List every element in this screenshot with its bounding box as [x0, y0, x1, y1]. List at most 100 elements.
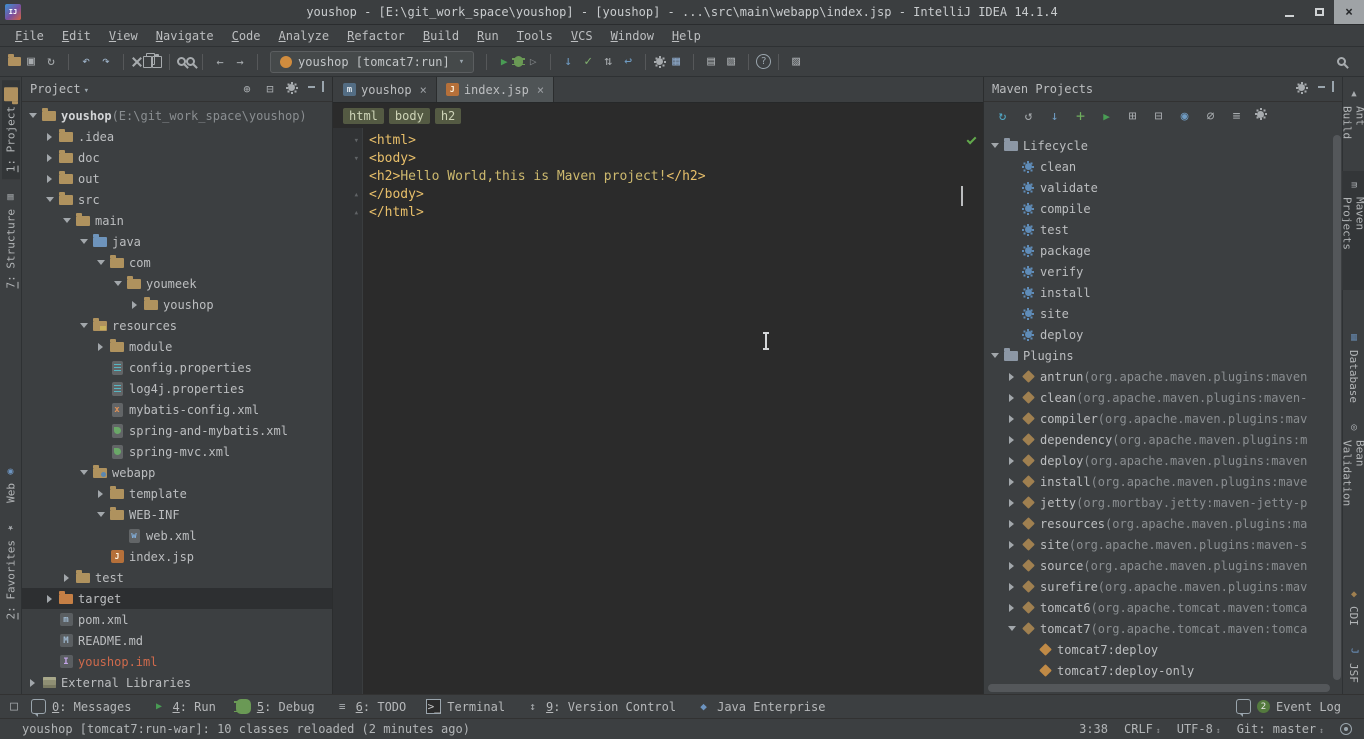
minimize-button[interactable] — [1274, 0, 1304, 24]
tree-item-clean[interactable]: clean — [984, 156, 1342, 177]
commit-changes-icon[interactable]: ✓ — [578, 52, 598, 72]
tree-item-test[interactable]: test — [984, 219, 1342, 240]
tree-item-template[interactable]: template — [22, 483, 332, 504]
tree-item-webapp[interactable]: webapp — [22, 462, 332, 483]
tree-item-out[interactable]: out — [22, 168, 332, 189]
tree-item-external-libraries[interactable]: External Libraries — [22, 672, 332, 693]
collapse-arrow-icon[interactable] — [77, 318, 90, 334]
menu-edit[interactable]: Edit — [53, 27, 100, 45]
menu-refactor[interactable]: Refactor — [338, 27, 414, 45]
line-ending-widget[interactable]: CRLF — [1124, 722, 1161, 736]
editor-tab-youshop[interactable]: myoushop× — [334, 77, 437, 102]
plugins-icon[interactable]: ▨ — [786, 52, 806, 72]
tool-window-button-ant-build[interactable]: ▲Ant Build — [1339, 80, 1364, 167]
tree-item-tomcat6[interactable]: tomcat6 (org.apache.tomcat.maven:tomca — [984, 597, 1342, 618]
collapse-arrow-icon[interactable] — [988, 138, 1001, 154]
expand-arrow-icon[interactable] — [43, 171, 56, 187]
find-icon[interactable] — [177, 57, 186, 66]
expand-all-icon[interactable]: ⊞ — [1124, 108, 1141, 125]
project-view-selector[interactable]: Project▾ — [30, 82, 89, 96]
menu-build[interactable]: Build — [414, 27, 468, 45]
expand-arrow-icon[interactable] — [1005, 537, 1018, 553]
menu-navigate[interactable]: Navigate — [147, 27, 223, 45]
compare-icon[interactable]: ⇅ — [598, 52, 618, 72]
tree-item-tomcat7-deploy[interactable]: tomcat7:deploy — [984, 639, 1342, 660]
tree-item-spring-mvc-xml[interactable]: spring-mvc.xml — [22, 441, 332, 462]
tree-item-plugins[interactable]: Plugins — [984, 345, 1342, 366]
tree-item-package[interactable]: package — [984, 240, 1342, 261]
tree-item-module[interactable]: module — [22, 336, 332, 357]
menu-window[interactable]: Window — [602, 27, 663, 45]
quick-access-icon[interactable]: □ — [6, 699, 22, 715]
code-line[interactable]: <h2>Hello World,this is Maven project!</… — [369, 168, 706, 186]
download-sources-icon[interactable]: ↓ — [1046, 108, 1063, 125]
collapse-arrow-icon[interactable] — [77, 465, 90, 481]
expand-arrow-icon[interactable] — [1005, 411, 1018, 427]
vertical-scrollbar[interactable] — [1333, 135, 1341, 680]
expand-arrow-icon[interactable] — [1005, 369, 1018, 385]
copy-icon[interactable] — [143, 56, 152, 68]
tool-window-button-database[interactable]: ▥Database — [1345, 324, 1363, 410]
tree-item-java[interactable]: java — [22, 231, 332, 252]
tree-item-youshop[interactable]: youshop (E:\git_work_space\youshop) — [22, 105, 332, 126]
editor-gutter[interactable]: ▾▾▴▴ — [333, 128, 363, 694]
debug-icon[interactable] — [514, 56, 523, 67]
tool-window-button-5-debug[interactable]: 5: Debug — [227, 697, 324, 716]
tool-window-button-maven-projects[interactable]: mMaven Projects — [1339, 171, 1364, 289]
cut-icon[interactable] — [131, 56, 143, 68]
synchronize-icon[interactable]: ↻ — [41, 52, 61, 72]
hide-panel-icon[interactable] — [308, 81, 324, 97]
tree-item-pom-xml[interactable]: mpom.xml — [22, 609, 332, 630]
tree-item-readme-md[interactable]: MREADME.md — [22, 630, 332, 651]
run-maven-goal-icon[interactable]: ▶ — [1098, 108, 1115, 125]
tree-item-compile[interactable]: compile — [984, 198, 1342, 219]
run-configuration-selector[interactable]: youshop [tomcat7:run]▾ — [270, 51, 474, 73]
tree-item-idea[interactable]: .idea — [22, 126, 332, 147]
paste-icon[interactable] — [152, 56, 162, 68]
tool-window-button-cdi[interactable]: ◆CDI — [1345, 580, 1363, 633]
tool-window-button-jsf[interactable]: JJSF — [1345, 637, 1363, 690]
code-line[interactable]: </html> — [369, 204, 706, 222]
module-icon[interactable]: ▧ — [721, 52, 741, 72]
tree-item-install[interactable]: install (org.apache.maven.plugins:mave — [984, 471, 1342, 492]
add-maven-project-icon[interactable]: + — [1072, 108, 1089, 125]
redo-icon[interactable]: ↷ — [96, 52, 116, 72]
close-tab-icon[interactable]: × — [420, 83, 427, 97]
hector-icon[interactable] — [1340, 723, 1352, 735]
expand-arrow-icon[interactable] — [1005, 579, 1018, 595]
expand-arrow-icon[interactable] — [94, 339, 107, 355]
generate-sources-icon[interactable]: ↺ — [1020, 108, 1037, 125]
editor-tab-index-jsp[interactable]: Jindex.jsp× — [437, 77, 554, 102]
tree-item-lifecycle[interactable]: Lifecycle — [984, 135, 1342, 156]
tree-item-site[interactable]: site (org.apache.maven.plugins:maven-s — [984, 534, 1342, 555]
code-text[interactable]: <html><body><h2>Hello World,this is Mave… — [363, 128, 706, 694]
collapse-arrow-icon[interactable] — [77, 234, 90, 250]
tree-item-tomcat7-deploy-only[interactable]: tomcat7:deploy-only — [984, 660, 1342, 681]
maximize-button[interactable] — [1304, 0, 1334, 24]
close-button[interactable]: × — [1334, 0, 1364, 24]
forward-icon[interactable]: → — [230, 52, 250, 72]
expand-arrow-icon[interactable] — [1005, 474, 1018, 490]
menu-view[interactable]: View — [100, 27, 147, 45]
settings-gear-icon[interactable] — [1295, 81, 1311, 97]
tool-window-button-1-project[interactable]: 1: Project — [2, 80, 20, 179]
expand-arrow-icon[interactable] — [1005, 390, 1018, 406]
tool-window-button-9-version-control[interactable]: ↕9: Version Control — [516, 697, 685, 716]
tree-item-youmeek[interactable]: youmeek — [22, 273, 332, 294]
code-line[interactable]: <html> — [369, 132, 706, 150]
tree-item-web-inf[interactable]: WEB-INF — [22, 504, 332, 525]
collapse-arrow-icon[interactable] — [988, 348, 1001, 364]
search-everywhere-icon[interactable] — [1337, 57, 1346, 66]
settings-gear-icon[interactable] — [285, 81, 301, 97]
offline-mode-icon[interactable]: ◉ — [1176, 108, 1193, 125]
tree-item-test[interactable]: test — [22, 567, 332, 588]
expand-arrow-icon[interactable] — [1005, 558, 1018, 574]
collapse-all-icon[interactable]: ⊟ — [262, 81, 278, 97]
tree-item-clean[interactable]: clean (org.apache.maven.plugins:maven- — [984, 387, 1342, 408]
menu-file[interactable]: File — [6, 27, 53, 45]
expand-arrow-icon[interactable] — [1005, 600, 1018, 616]
menu-vcs[interactable]: VCS — [562, 27, 602, 45]
tree-item-surefire[interactable]: surefire (org.apache.maven.plugins:mav — [984, 576, 1342, 597]
close-tab-icon[interactable]: × — [537, 83, 544, 97]
collapse-arrow-icon[interactable] — [60, 213, 73, 229]
